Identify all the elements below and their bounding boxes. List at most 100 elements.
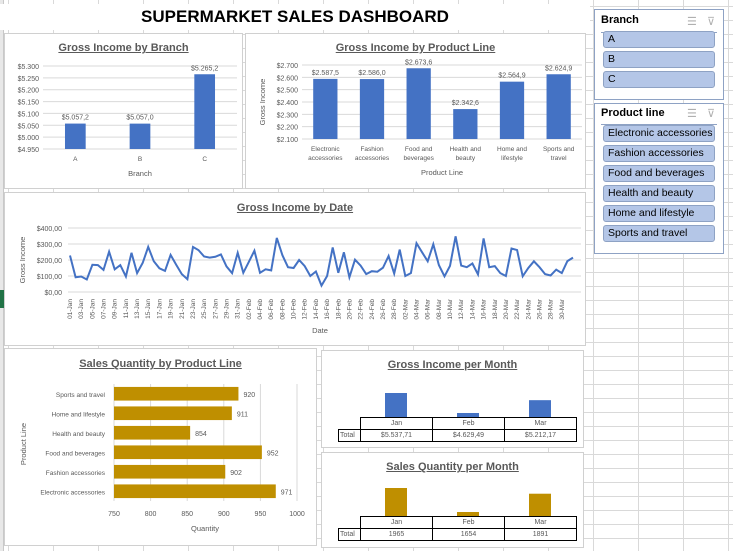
y-tick-label: $2.700 [277, 63, 299, 70]
x-tick-label: 04-Feb [257, 299, 264, 320]
x-tick-label: 25-Jan [201, 299, 208, 319]
x-tick-label: 05-Jan [89, 299, 96, 319]
x-tick-label: 19-Jan [168, 299, 175, 319]
x-tick-label: 1000 [289, 511, 305, 518]
bar [114, 445, 262, 460]
chart-gross-income-by-product-line[interactable]: Gross Income by Product Line $2.100 $2.20… [245, 33, 586, 189]
x-tick-label: 06-Feb [268, 299, 275, 320]
y-axis-title: Gross Income [258, 79, 267, 126]
slicer-item-electronic-accessories[interactable]: Electronic accessories [603, 125, 715, 142]
bar [194, 74, 216, 149]
x-tick-label: 14-Mar [469, 298, 476, 319]
multi-select-icon[interactable]: ☰ [687, 15, 697, 28]
chart-gross-income-by-branch[interactable]: Gross Income by Branch $4.950 $5.000 $5.05… [4, 33, 243, 189]
y-tick-label: $100,00 [37, 274, 62, 281]
y-tick-label: $5.100 [18, 111, 40, 118]
table-value-jan: 1965 [360, 528, 433, 541]
bar [385, 488, 407, 516]
y-axis-title: Gross Income [18, 237, 27, 284]
chart-gross-income-per-month[interactable]: Gross Income per Month Jan Feb Mar Total… [321, 350, 584, 448]
chart-sales-quantity-by-product-line[interactable]: Sales Quantity by Product Line 750 800 850… [4, 348, 317, 546]
y-tick-label: Sports and travel [56, 392, 106, 399]
x-tick-label: 14-Feb [313, 299, 320, 320]
table-header-jan: Jan [360, 516, 433, 529]
chart-sales-quantity-per-month[interactable]: Sales Quantity per Month Jan Feb Mar Tot… [321, 452, 584, 548]
clear-filter-icon[interactable]: ⊽ [707, 15, 715, 28]
slicer-item-a[interactable]: A [603, 31, 715, 48]
table-header-jan: Jan [360, 417, 433, 430]
x-axis-title: Product Line [421, 168, 463, 177]
x-tick-label: B [138, 156, 142, 163]
x-tick-label: 29-Jan [223, 299, 230, 319]
chart-gross-income-by-date[interactable]: Gross Income by Date $0,00 $100,00 $200,00… [4, 192, 586, 346]
x-tick-label: 11-Jan [123, 299, 130, 319]
bar [529, 493, 551, 516]
slicer-item-home-and-lifestyle[interactable]: Home and lifestyle [603, 205, 715, 222]
clear-filter-icon[interactable]: ⊽ [707, 107, 715, 120]
x-tick-label: 950 [255, 511, 267, 518]
y-tick-label: $2.600 [277, 75, 299, 82]
data-label: 911 [237, 411, 248, 418]
bar [114, 425, 191, 440]
x-tick-label: 850 [181, 511, 193, 518]
x-tick-label: 22-Mar [514, 298, 521, 319]
data-label: 920 [243, 392, 255, 399]
x-tick-label: 26-Mar [536, 298, 543, 319]
bar [546, 74, 571, 139]
multi-select-icon[interactable]: ☰ [687, 107, 697, 120]
y-tick-label: $5.000 [18, 135, 40, 142]
slicer-product-line[interactable]: Product line ☰ ⊽ Electronic accessories … [594, 103, 724, 254]
x-tick-label: beauty [456, 155, 476, 162]
x-tick-label: 02-Mar [402, 298, 409, 319]
slicer-title: Branch [601, 14, 639, 26]
x-tick-label: 30-Mar [559, 298, 566, 319]
table-value-jan: $5.537,71 [360, 429, 433, 442]
x-tick-label: 04-Mar [414, 298, 421, 319]
y-tick-label: $2.100 [277, 137, 299, 144]
x-tick-label: 27-Jan [212, 299, 219, 319]
x-tick-label: 24-Feb [369, 299, 376, 320]
x-tick-label: 24-Mar [525, 298, 532, 319]
x-axis-title: Date [312, 326, 328, 335]
x-tick-label: 07-Jan [101, 299, 108, 319]
data-label: $2.564,9 [498, 73, 525, 80]
qty-chart-svg: 750 800 850 900 950 1000 920 Sports and travel 9… [19, 384, 305, 533]
x-tick-label: 800 [145, 511, 157, 518]
data-label: $5.057,0 [126, 115, 153, 122]
x-tick-label: 900 [218, 511, 230, 518]
slicer-branch[interactable]: Branch ☰ ⊽ A B C [594, 9, 724, 100]
table-header-mar: Mar [504, 417, 577, 430]
x-tick-label: 750 [108, 511, 120, 518]
x-axis-title: Branch [128, 169, 152, 178]
x-tick-label: 03-Jan [78, 299, 85, 319]
x-tick-label: 08-Feb [279, 299, 286, 320]
x-tick-label: 12-Feb [302, 299, 309, 320]
slicer-item-c[interactable]: C [603, 71, 715, 88]
slicer-item-sports-and-travel[interactable]: Sports and travel [603, 225, 715, 242]
bar [385, 393, 407, 417]
x-tick-label: C [202, 156, 207, 163]
bar [114, 464, 226, 479]
y-tick-label: Food and beverages [45, 450, 105, 457]
y-tick-label: $5.150 [18, 100, 40, 107]
product-chart-svg: $2.100 $2.200 $2.300 $2.400 $2.500 $2.600 $2.7… [258, 59, 582, 177]
slicer-item-fashion-accessories[interactable]: Fashion accessories [603, 145, 715, 162]
slicer-item-food-and-beverages[interactable]: Food and beverages [603, 165, 715, 182]
x-tick-label: 26-Feb [380, 299, 387, 320]
bar [114, 484, 276, 499]
y-tick-label: $5.250 [18, 76, 40, 83]
x-tick-label: 28-Mar [548, 298, 555, 319]
x-tick-label: 23-Jan [190, 299, 197, 319]
table-row-label: Total [338, 429, 361, 442]
data-label: $5.057,2 [62, 115, 89, 122]
x-tick-label: 16-Feb [324, 299, 331, 320]
x-tick-label: 18-Feb [335, 299, 342, 320]
table-value-mar: 1891 [504, 528, 577, 541]
slicer-item-health-and-beauty[interactable]: Health and beauty [603, 185, 715, 202]
y-axis-title: Product Line [19, 423, 28, 465]
x-tick-label: Home and [497, 146, 527, 153]
y-tick-label: $5.200 [18, 88, 40, 95]
x-tick-label: Sports and [543, 146, 575, 153]
x-tick-label: 13-Jan [134, 299, 141, 319]
slicer-item-b[interactable]: B [603, 51, 715, 68]
